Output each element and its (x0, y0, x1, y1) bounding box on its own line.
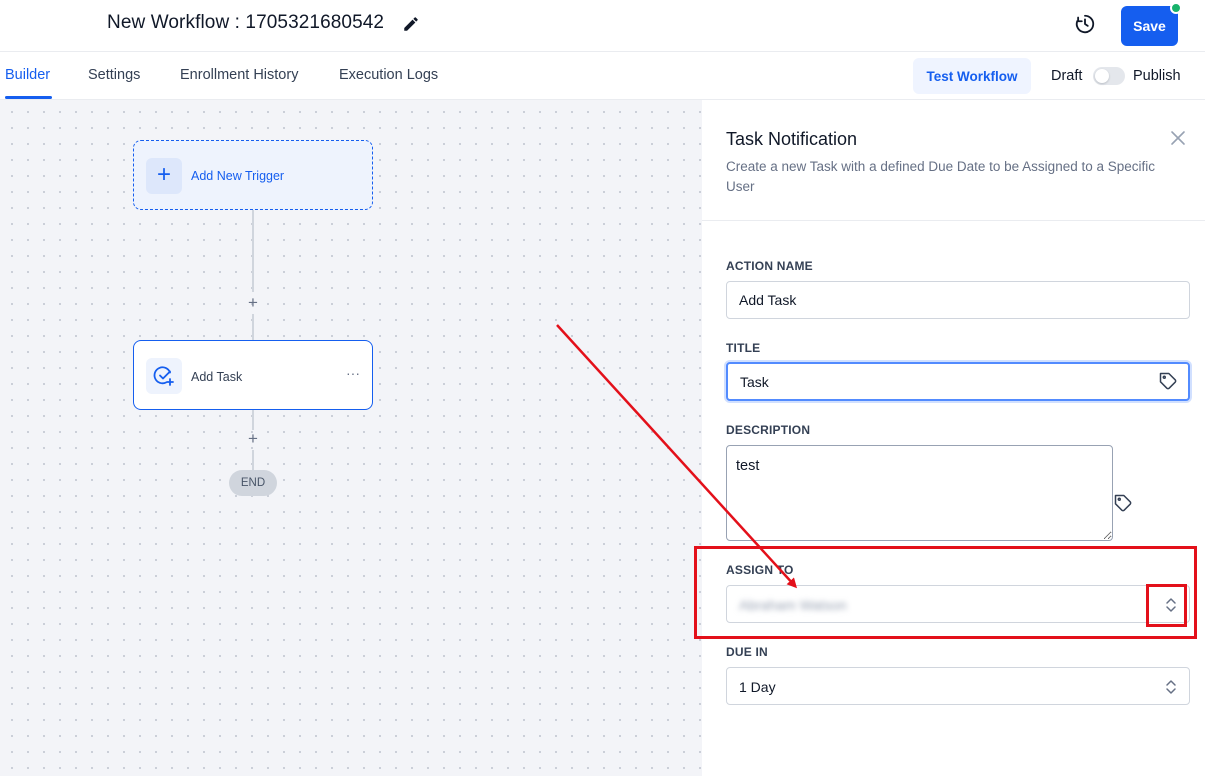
divider (702, 220, 1205, 221)
publish-label: Publish (1133, 68, 1181, 84)
save-button[interactable]: Save (1121, 6, 1178, 46)
due-in-value: 1 Day (739, 679, 776, 695)
tab-execution-logs[interactable]: Execution Logs (339, 67, 438, 83)
workflow-title: New Workflow : 1705321680542 (107, 12, 385, 33)
tag-icon[interactable] (1158, 371, 1178, 391)
assign-to-select[interactable]: Abraham Watson (726, 585, 1190, 623)
add-task-node[interactable]: Add Task ··· (133, 340, 373, 410)
title-label: TITLE (726, 341, 761, 355)
top-header: New Workflow : 1705321680542 Save (0, 0, 1205, 52)
history-clock-icon[interactable] (1074, 13, 1096, 35)
panel-description: Create a new Task with a defined Due Dat… (726, 159, 1156, 194)
add-trigger-node[interactable]: + Add New Trigger (133, 140, 373, 210)
status-dot (1170, 2, 1182, 14)
workflow-canvas[interactable]: + Add New Trigger + Add Task ··· + END (0, 100, 702, 776)
add-step-icon[interactable]: + (244, 430, 262, 448)
due-in-label: DUE IN (726, 645, 768, 659)
action-name-input[interactable] (726, 281, 1190, 319)
tab-bar: Builder Settings Enrollment History Exec… (0, 52, 1205, 100)
more-options-icon[interactable]: ··· (343, 365, 363, 381)
plus-icon: + (146, 158, 182, 194)
description-label: DESCRIPTION (726, 423, 811, 437)
chevron-up-down-icon[interactable] (1163, 678, 1179, 696)
task-label: Add Task (191, 370, 243, 384)
tab-settings[interactable]: Settings (88, 67, 140, 83)
trigger-label: Add New Trigger (191, 169, 285, 183)
description-textarea[interactable]: test (726, 445, 1113, 541)
action-settings-panel: Task Notification Create a new Task with… (702, 100, 1205, 776)
active-tab-indicator (5, 96, 52, 99)
tab-builder[interactable]: Builder (5, 67, 50, 83)
task-check-icon (146, 358, 182, 394)
publish-toggle[interactable] (1093, 67, 1125, 85)
end-node: END (229, 470, 277, 496)
draft-label: Draft (1051, 68, 1083, 84)
connector-line (252, 410, 254, 430)
connector-line (252, 450, 254, 470)
panel-title: Task Notification (726, 129, 858, 149)
action-name-label: ACTION NAME (726, 259, 813, 273)
assign-to-value: Abraham Watson (739, 597, 847, 613)
chevron-up-down-icon[interactable] (1163, 596, 1179, 614)
tag-icon[interactable] (1113, 493, 1133, 513)
connector-line (252, 210, 254, 292)
test-workflow-button[interactable]: Test Workflow (913, 58, 1031, 94)
add-step-icon[interactable]: + (244, 294, 262, 312)
assign-to-label: ASSIGN TO (726, 563, 794, 577)
title-input[interactable] (726, 362, 1190, 401)
pencil-icon[interactable] (402, 15, 420, 33)
toggle-knob (1095, 69, 1109, 83)
due-in-select[interactable]: 1 Day (726, 667, 1190, 705)
tab-enrollment-history[interactable]: Enrollment History (180, 67, 298, 83)
close-icon[interactable] (1169, 129, 1187, 147)
connector-line (252, 314, 254, 340)
